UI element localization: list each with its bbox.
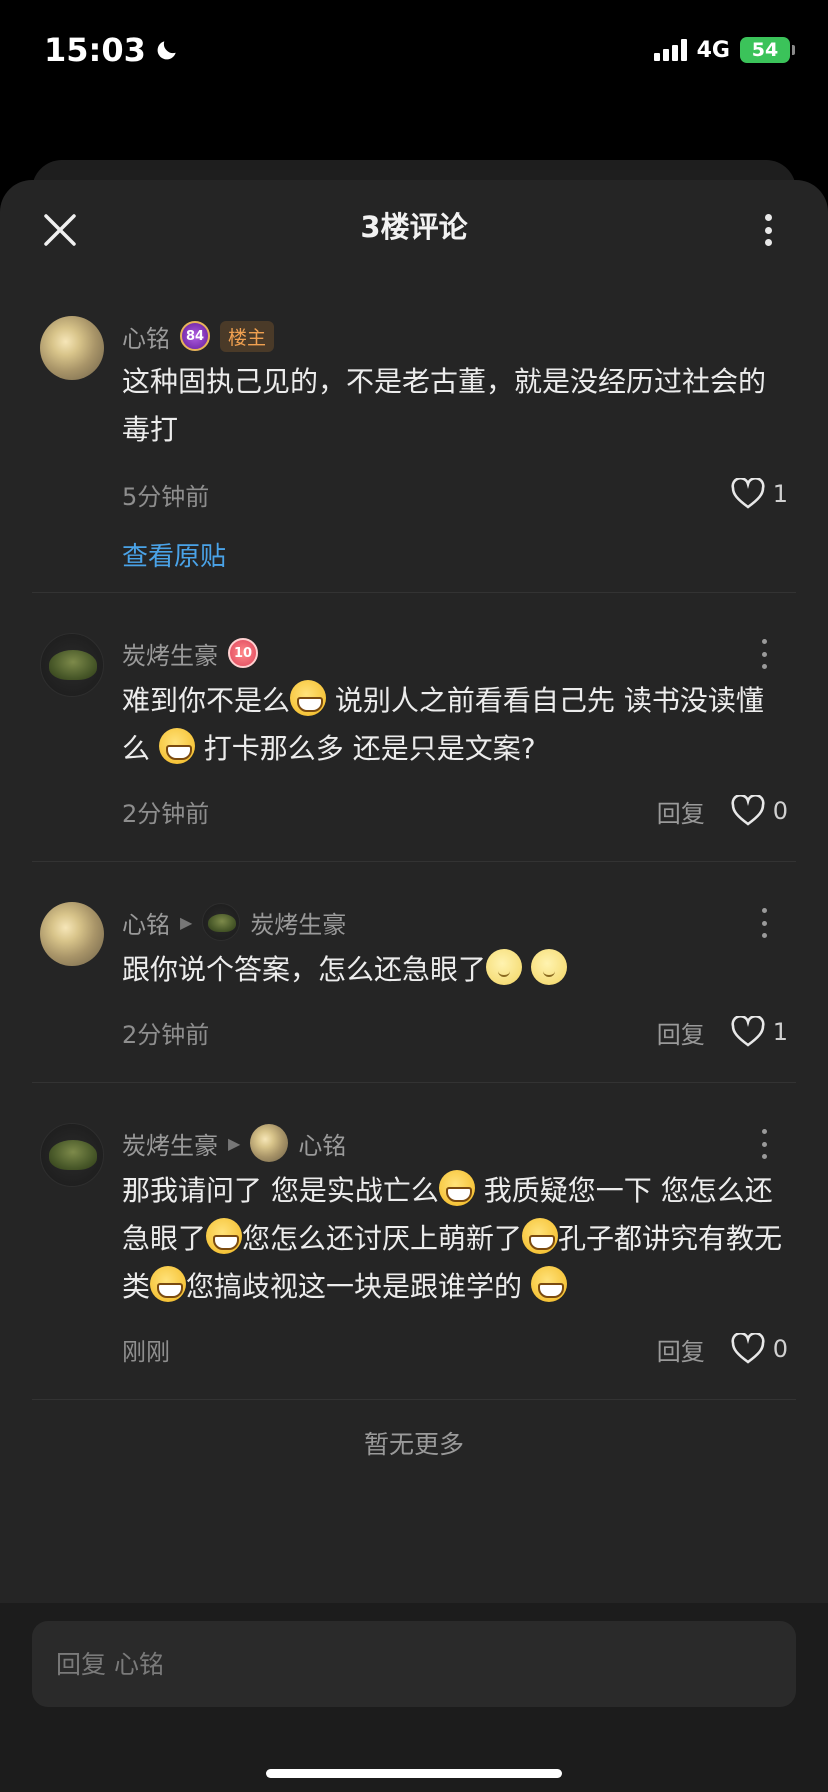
home-indicator <box>266 1769 562 1778</box>
divider <box>32 861 796 862</box>
comment-actions: 回复 0 <box>657 1332 788 1367</box>
grin-emoji-icon <box>438 1170 475 1206</box>
reply-arrow-icon: ▶ <box>228 1133 241 1153</box>
status-bar: 15:03 4G 54 <box>0 0 828 100</box>
comment-meta: 刚刚 回复 0 <box>122 1319 788 1379</box>
comment-meta: 2分钟前 回复 0 <box>122 781 788 841</box>
comment-text: 跟你说个答案，怎么还急眼了 <box>122 946 788 994</box>
comment-sheet: 3楼评论 心铭 84 楼主 这种固执己见的，不是老古董，就是没经历过社会的毒打 … <box>0 180 828 1792</box>
view-post-link[interactable]: 查看原贴 <box>122 524 788 584</box>
heart-icon <box>731 795 765 826</box>
heart-icon <box>731 478 765 509</box>
username[interactable]: 心铭 <box>122 319 170 354</box>
like-count: 1 <box>772 480 788 508</box>
grin-emoji-icon <box>158 728 195 764</box>
reply-target-username[interactable]: 炭烤生豪 <box>250 905 346 940</box>
comment-actions: 1 <box>731 478 788 510</box>
grin-emoji-icon <box>522 1218 559 1254</box>
like-button[interactable]: 1 <box>731 478 788 510</box>
like-button[interactable]: 0 <box>731 1333 788 1365</box>
avatar[interactable] <box>40 633 104 697</box>
comment-author-row: 炭烤生豪 10 <box>122 633 788 673</box>
grin-emoji-icon <box>290 680 327 716</box>
comment-item: 心铭 84 楼主 这种固执己见的，不是老古董，就是没经历过社会的毒打 5分钟前 … <box>0 316 828 584</box>
level-badge: 10 <box>228 638 258 668</box>
comment-item: 炭烤生豪 10 难到你不是么 说别人之前看看自己先 读书没读懂么 打卡那么多 还… <box>0 633 828 841</box>
reply-button[interactable]: 回复 <box>657 794 705 829</box>
close-icon[interactable] <box>40 210 80 250</box>
battery-icon: 54 <box>740 37 795 63</box>
like-count: 0 <box>772 1335 788 1363</box>
comment-item: 心铭 ▶ 炭烤生豪 跟你说个答案，怎么还急眼了 2分钟前 回复 1 <box>0 902 828 1062</box>
timestamp: 5分钟前 <box>122 482 210 511</box>
comment-author-row: 炭烤生豪 ▶ 心铭 <box>122 1123 788 1163</box>
status-time: 15:03 <box>44 31 180 69</box>
more-options-icon[interactable] <box>758 210 778 250</box>
reply-bar <box>0 1603 828 1792</box>
comment-text: 这种固执己见的，不是老古董，就是没经历过社会的毒打 <box>122 365 767 446</box>
grin-emoji-icon <box>206 1218 243 1254</box>
level-badge: 84 <box>180 321 210 351</box>
timestamp: 2分钟前 <box>122 1020 210 1049</box>
network-type: 4G <box>696 37 730 63</box>
username[interactable]: 炭烤生豪 <box>122 636 218 671</box>
comment-more-icon[interactable] <box>760 908 768 938</box>
avatar[interactable] <box>40 1123 104 1187</box>
comment-meta: 5分钟前 1 <box>122 464 788 524</box>
grin-emoji-icon <box>530 1266 567 1302</box>
comment-author-row: 心铭 84 楼主 <box>122 316 788 356</box>
smile-emoji-icon <box>486 949 523 985</box>
like-count: 0 <box>772 797 788 825</box>
reply-target-username[interactable]: 心铭 <box>298 1126 346 1161</box>
reply-target-avatar <box>250 1124 289 1162</box>
avatar[interactable] <box>40 316 104 380</box>
like-button[interactable]: 0 <box>731 795 788 827</box>
clock: 15:03 <box>44 31 146 69</box>
timestamp: 刚刚 <box>122 1337 170 1366</box>
username[interactable]: 炭烤生豪 <box>122 1126 218 1161</box>
comment-more-icon[interactable] <box>760 1129 768 1159</box>
heart-icon <box>731 1016 765 1047</box>
comment-meta: 2分钟前 回复 1 <box>122 1002 788 1062</box>
reply-button[interactable]: 回复 <box>657 1332 705 1367</box>
comment-actions: 回复 1 <box>657 1015 788 1050</box>
comment-author-row: 心铭 ▶ 炭烤生豪 <box>122 902 788 942</box>
owner-badge: 楼主 <box>220 320 275 352</box>
like-count: 1 <box>772 1018 788 1046</box>
avatar[interactable] <box>40 902 104 966</box>
divider <box>32 1082 796 1083</box>
status-indicators: 4G 54 <box>653 37 795 63</box>
comment-more-icon[interactable] <box>760 639 768 669</box>
timestamp: 2分钟前 <box>122 799 210 828</box>
no-more-text: 暂无更多 <box>363 1430 464 1459</box>
username[interactable]: 心铭 <box>122 905 170 940</box>
reply-target-avatar <box>202 903 241 941</box>
like-button[interactable]: 1 <box>731 1016 788 1048</box>
reply-input[interactable] <box>32 1621 796 1707</box>
comment-text: 难到你不是么 说别人之前看看自己先 读书没读懂么 打卡那么多 还是只是文案? <box>122 677 788 773</box>
page-title: 3楼评论 <box>360 210 468 244</box>
comment-text: 那我请问了 您是实战亡么 我质疑您一下 您怎么还急眼了 您怎么还讨厌上萌新了 孔子都… <box>122 1167 788 1311</box>
battery-level: 54 <box>751 39 779 61</box>
comment-item: 炭烤生豪 ▶ 心铭 那我请问了 您是实战亡么 我质疑您一下 您怎么还急眼了 您怎么… <box>0 1123 828 1379</box>
signal-icon <box>653 39 687 61</box>
grin-emoji-icon <box>150 1266 187 1302</box>
comment-actions: 回复 0 <box>657 794 788 829</box>
moon-icon <box>157 41 176 60</box>
sheet-header: 3楼评论 <box>0 180 828 270</box>
divider <box>32 592 796 593</box>
heart-icon <box>731 1333 765 1364</box>
smile-emoji-icon <box>530 949 567 985</box>
reply-button[interactable]: 回复 <box>657 1015 705 1050</box>
reply-arrow-icon: ▶ <box>180 912 193 932</box>
